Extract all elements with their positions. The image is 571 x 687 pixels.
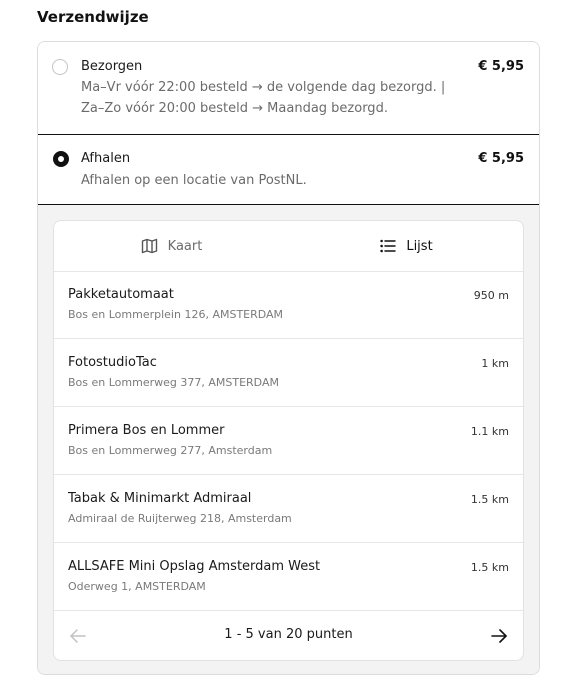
location-item[interactable]: Primera Bos en Lommer Bos en Lommerweg 2… bbox=[54, 407, 523, 475]
location-distance: 1 km bbox=[481, 357, 509, 370]
section-title: Verzendwijze bbox=[37, 8, 149, 26]
location-name: Primera Bos en Lommer bbox=[68, 423, 225, 438]
map-icon bbox=[141, 238, 158, 254]
option-bezorgen-desc-line2: Za–Zo vóór 20:00 besteld → Maandag bezor… bbox=[81, 101, 388, 116]
option-afhalen-label: Afhalen bbox=[81, 151, 131, 166]
location-name: Tabak & Minimarkt Admiraal bbox=[68, 491, 252, 506]
location-item[interactable]: Tabak & Minimarkt Admiraal Admiraal de R… bbox=[54, 475, 523, 543]
arrow-right-icon bbox=[491, 629, 507, 643]
location-distance: 1.5 km bbox=[470, 561, 509, 574]
view-tabs: Kaart Lijst bbox=[54, 221, 523, 272]
radio-afhalen[interactable] bbox=[53, 151, 69, 167]
tab-kaart-label: Kaart bbox=[167, 238, 203, 254]
location-address: Bos en Lommerplein 126, AMSTERDAM bbox=[68, 308, 284, 321]
list-icon bbox=[380, 239, 397, 253]
location-name: ALLSAFE Mini Opslag Amsterdam West bbox=[68, 559, 321, 574]
shipping-options: Bezorgen € 5,95 Ma–Vr vóór 22:00 besteld… bbox=[37, 41, 540, 675]
pagination: 1 - 5 van 20 punten bbox=[54, 611, 523, 660]
next-page-button[interactable] bbox=[487, 624, 511, 648]
pickup-locations-panel: Kaart Lijst Pakketautomaat Bos en Lommer… bbox=[53, 220, 524, 661]
option-bezorgen-desc-line1: Ma–Vr vóór 22:00 besteld → de volgende d… bbox=[81, 80, 446, 95]
option-bezorgen-price: € 5,95 bbox=[478, 59, 524, 74]
option-afhalen-price: € 5,95 bbox=[478, 151, 524, 166]
location-address: Oderweg 1, AMSTERDAM bbox=[68, 580, 206, 593]
location-distance: 1.1 km bbox=[470, 425, 509, 438]
option-afhalen-description: Afhalen op een locatie van PostNL. bbox=[81, 173, 307, 188]
pagination-text: 1 - 5 van 20 punten bbox=[224, 627, 353, 642]
option-afhalen[interactable]: Afhalen € 5,95 Afhalen op een locatie va… bbox=[38, 134, 539, 205]
option-bezorgen[interactable]: Bezorgen € 5,95 Ma–Vr vóór 22:00 besteld… bbox=[38, 42, 539, 134]
location-name: FotostudioTac bbox=[68, 355, 157, 370]
location-item[interactable]: FotostudioTac Bos en Lommerweg 377, AMST… bbox=[54, 339, 523, 407]
location-distance: 1.5 km bbox=[470, 493, 509, 506]
option-bezorgen-label: Bezorgen bbox=[81, 59, 143, 74]
location-item[interactable]: Pakketautomaat Bos en Lommerplein 126, A… bbox=[54, 271, 523, 339]
location-item[interactable]: ALLSAFE Mini Opslag Amsterdam West Oderw… bbox=[54, 543, 523, 611]
tab-lijst[interactable]: Lijst bbox=[289, 221, 523, 271]
option-bezorgen-description: Ma–Vr vóór 22:00 besteld → de volgende d… bbox=[81, 77, 445, 119]
location-name: Pakketautomaat bbox=[68, 287, 174, 302]
tab-kaart[interactable]: Kaart bbox=[54, 221, 289, 271]
radio-bezorgen[interactable] bbox=[52, 59, 68, 75]
location-address: Bos en Lommerweg 377, AMSTERDAM bbox=[68, 376, 279, 389]
tab-lijst-label: Lijst bbox=[406, 238, 433, 254]
pickup-area: Kaart Lijst Pakketautomaat Bos en Lommer… bbox=[38, 205, 539, 674]
location-address: Admiraal de Ruijterweg 218, Amsterdam bbox=[68, 512, 292, 525]
location-address: Bos en Lommerweg 277, Amsterdam bbox=[68, 444, 273, 457]
location-distance: 950 m bbox=[473, 289, 509, 302]
